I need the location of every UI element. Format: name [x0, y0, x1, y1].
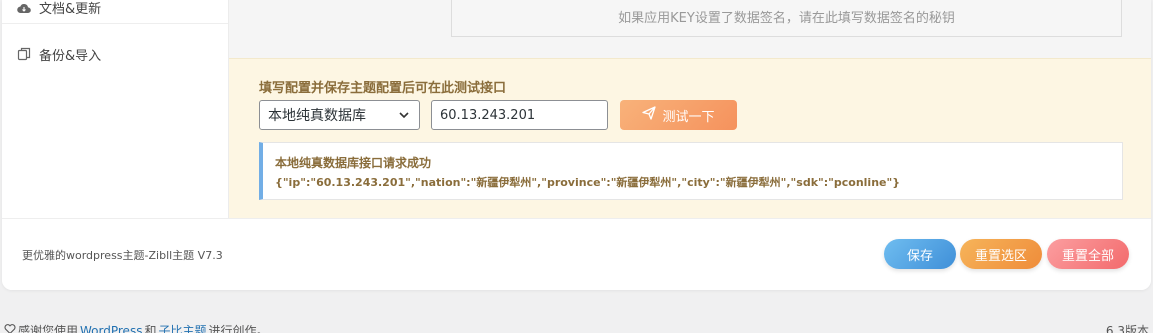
reset-section-button[interactable]: 重置选区 [960, 239, 1042, 269]
credit-suffix: 进行创作。 [208, 324, 269, 333]
sidebar-item-label: 文档&更新 [39, 2, 102, 17]
heart-icon [4, 323, 16, 333]
admin-footer: 感谢您使用 WordPress 和 子比主题 进行创作。 6.3版本 [0, 318, 1153, 333]
wp-version: 6.3版本 [1105, 324, 1149, 333]
result-json: {"ip":"60.13.243.201","nation":"新疆伊犁州","… [275, 176, 901, 189]
footer-bar: 更优雅的wordpress主题-Zibll主题 V7.3 保存 重置选区 重置全… [2, 218, 1151, 290]
copy-icon [16, 46, 32, 62]
ip-input[interactable] [431, 100, 608, 130]
test-button-label: 测试一下 [662, 109, 715, 125]
save-button[interactable]: 保存 [884, 239, 956, 269]
field-description: 如果应用KEY设置了数据签名，请在此填写数据签名的秘钥 [618, 10, 955, 26]
credit-mid: 和 [144, 324, 157, 333]
sidebar: 文档&更新 备份&导入 [2, 0, 228, 218]
credit-prefix: 感谢您使用 [18, 324, 79, 333]
field-description-box: 如果应用KEY设置了数据签名，请在此填写数据签名的秘钥 [451, 0, 1122, 37]
chevron-down-icon [397, 108, 411, 122]
api-test-section: 填写配置并保存主题配置后可在此测试接口 本地纯真数据库 测试一下 本地纯真数据库… [229, 58, 1151, 218]
test-button[interactable]: 测试一下 [620, 100, 737, 130]
wordpress-link[interactable]: WordPress [80, 324, 142, 333]
test-result-box: 本地纯真数据库接口请求成功 {"ip":"60.13.243.201","nat… [259, 142, 1123, 200]
cloud-icon [16, 0, 32, 16]
test-section-title: 填写配置并保存主题配置后可在此测试接口 [259, 81, 507, 96]
reset-all-button[interactable]: 重置全部 [1047, 239, 1129, 269]
admin-footer-credit: 感谢您使用 WordPress 和 子比主题 进行创作。 [4, 322, 269, 333]
main-content: 如果应用KEY设置了数据签名，请在此填写数据签名的秘钥 填写配置并保存主题配置后… [228, 0, 1151, 218]
sidebar-item-backup[interactable]: 备份&导入 [2, 38, 228, 70]
database-select-value: 本地纯真数据库 [268, 108, 366, 124]
database-select[interactable]: 本地纯真数据库 [259, 100, 420, 130]
footer-theme-text: 更优雅的wordpress主题-Zibll主题 V7.3 [22, 249, 223, 262]
result-title: 本地纯真数据库接口请求成功 [275, 156, 432, 170]
theme-link[interactable]: 子比主题 [158, 322, 206, 333]
send-icon [642, 106, 657, 124]
sidebar-item-docs[interactable]: 文档&更新 [2, 0, 228, 24]
settings-panel: 文档&更新 备份&导入 如果应用KEY设置了数据签名，请在此填写数据签名的秘钥 … [2, 0, 1151, 290]
sidebar-item-label: 备份&导入 [39, 48, 102, 64]
